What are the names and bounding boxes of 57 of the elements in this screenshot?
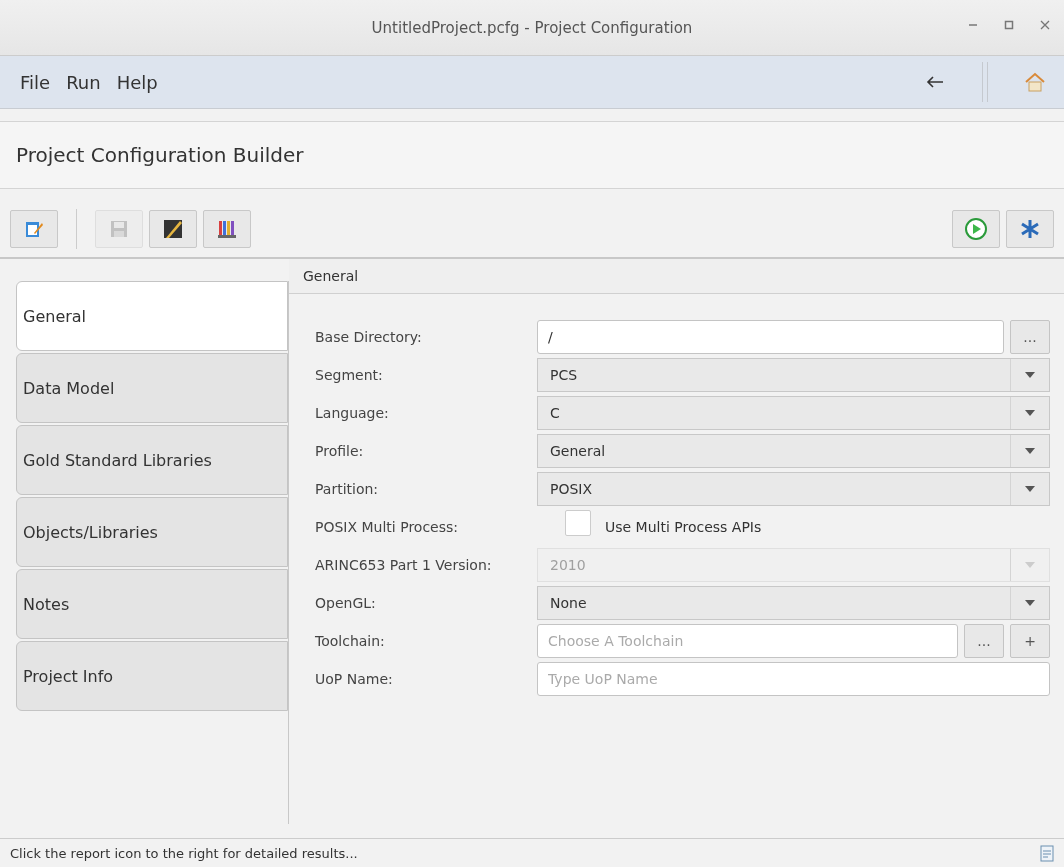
field-button[interactable]: ... (964, 624, 1004, 658)
back-arrow-icon (926, 76, 944, 88)
toolbar-button[interactable] (203, 210, 251, 248)
toolbar-button[interactable] (1006, 210, 1054, 248)
menu-item[interactable]: Run (58, 67, 109, 97)
toolbar-button[interactable] (149, 210, 197, 248)
caret-icon (1025, 410, 1035, 416)
snowflake-icon (1019, 218, 1041, 240)
caret-icon (1025, 600, 1035, 606)
field-button[interactable]: + (1010, 624, 1050, 658)
pencil-ruler-icon (162, 218, 184, 240)
text-field[interactable]: / (537, 320, 1004, 354)
panel-title: General (303, 268, 359, 284)
status-text: Click the report icon to the right for detailed results... (10, 845, 358, 861)
side-tab[interactable]: Project Info (16, 641, 288, 711)
close-button[interactable] (1038, 18, 1052, 32)
caret-icon (1025, 486, 1035, 492)
field-button[interactable]: ... (1010, 320, 1050, 354)
close-icon (1040, 20, 1050, 30)
field-label: Partition: (315, 481, 380, 497)
dropdown[interactable]: POSIX (537, 472, 1050, 506)
checkbox-label: Use Multi Process APIs (605, 519, 762, 535)
field-label: Profile: (315, 443, 365, 459)
checkbox[interactable] (565, 510, 591, 536)
dropdown[interactable]: None (537, 586, 1050, 620)
page-heading: Project Configuration Builder (16, 143, 304, 167)
maximize-icon (1004, 20, 1014, 30)
dropdown[interactable]: C (537, 396, 1050, 430)
side-tab[interactable]: Gold Standard Libraries (16, 425, 288, 495)
menu-item[interactable]: Help (108, 67, 166, 97)
field-label: POSIX Multi Process: (315, 519, 459, 535)
field-label: UoP Name: (315, 671, 394, 687)
maximize-button[interactable] (1002, 18, 1016, 32)
field-label: Base Directory: (315, 329, 423, 345)
text-field[interactable]: Choose A Toolchain (537, 624, 958, 658)
side-tab[interactable]: General (16, 281, 288, 351)
play-icon (964, 217, 988, 241)
field-label: Segment: (315, 367, 384, 383)
dropdown[interactable]: PCS (537, 358, 1050, 392)
menu-item[interactable]: File (12, 67, 59, 97)
minimize-icon (968, 24, 978, 26)
dropdown[interactable]: General (537, 434, 1050, 468)
text-field[interactable]: Type UoP Name (537, 662, 1050, 696)
field-label: ARINC653 Part 1 Version: (315, 557, 493, 573)
field-label: OpenGL: (315, 595, 377, 611)
caret-icon (1025, 562, 1035, 568)
clipboard-pencil-icon (24, 219, 44, 239)
side-tab[interactable]: Data Model (16, 353, 288, 423)
side-tab[interactable]: Objects/Libraries (16, 497, 288, 567)
caret-icon (1025, 448, 1035, 454)
field-label: Toolchain: (315, 633, 386, 649)
window-title: UntitledProject.pcfg - Project Configuration (371, 18, 693, 37)
side-tab[interactable]: Notes (16, 569, 288, 639)
field-label: Language: (315, 405, 390, 421)
home-icon (1024, 72, 1046, 92)
books-icon (216, 218, 238, 240)
caret-icon (1025, 372, 1035, 378)
